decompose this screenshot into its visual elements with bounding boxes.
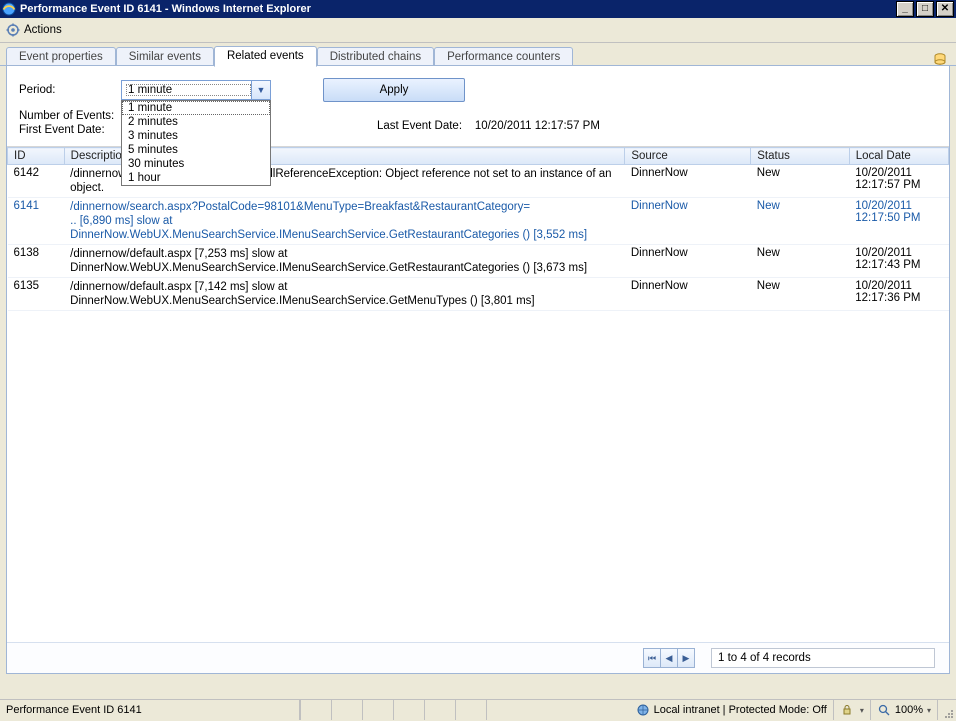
cell-description: /dinnernow/search.aspx?PostalCode=98101&…	[64, 198, 625, 245]
col-header-id[interactable]: ID	[8, 148, 65, 165]
tab-performance-counters[interactable]: Performance counters	[434, 47, 573, 67]
tab-label: Similar events	[129, 51, 201, 63]
tab-similar-events[interactable]: Similar events	[116, 47, 214, 67]
cell-status: New	[751, 245, 849, 278]
pager-summary-text: 1 to 4 of 4 records	[718, 652, 811, 664]
tab-label: Performance counters	[447, 51, 560, 63]
tab-distributed-chains[interactable]: Distributed chains	[317, 47, 434, 67]
tab-related-events[interactable]: Related events	[214, 46, 317, 67]
period-option[interactable]: 5 minutes	[122, 143, 270, 157]
cell-local-date: 10/20/201112:17:43 PM	[849, 245, 948, 278]
statusbar-spacers	[300, 700, 517, 720]
cell-status: New	[751, 278, 849, 311]
resize-grip-icon[interactable]	[938, 699, 956, 721]
period-combobox[interactable]: 1 minute ▼ 1 minute 2 minutes 3 minutes …	[121, 80, 271, 100]
period-selected: 1 minute	[126, 84, 251, 96]
period-option[interactable]: 2 minutes	[122, 115, 270, 129]
content-panel: Period: 1 minute ▼ 1 minute 2 minutes 3 …	[6, 66, 950, 674]
actions-toolbar: Actions	[0, 18, 956, 43]
tab-label: Distributed chains	[330, 51, 421, 63]
cell-id: 6141	[8, 198, 65, 245]
table-row[interactable]: 6135/dinnernow/default.aspx [7,142 ms] s…	[8, 278, 949, 311]
zoom-icon	[877, 703, 891, 717]
minimize-button[interactable]: _	[896, 1, 914, 17]
pager-next-button[interactable]: ▶	[677, 648, 695, 668]
close-button[interactable]: ✕	[936, 1, 954, 17]
status-page-title: Performance Event ID 6141	[6, 704, 142, 716]
status-zoom[interactable]: 100%	[895, 704, 923, 716]
tab-event-properties[interactable]: Event properties	[6, 47, 116, 67]
number-of-events-label: Number of Events:	[19, 110, 114, 122]
cell-source: DinnerNow	[625, 165, 751, 198]
apply-button[interactable]: Apply	[323, 78, 465, 102]
pager-first-button[interactable]: ⏮	[643, 648, 661, 668]
cell-local-date: 10/20/201112:17:36 PM	[849, 278, 948, 311]
col-header-status[interactable]: Status	[751, 148, 849, 165]
ie-icon	[2, 2, 16, 16]
globe-icon	[636, 703, 650, 717]
chevron-down-icon[interactable]: ▼	[251, 81, 270, 99]
ie-statusbar: Performance Event ID 6141 Local intranet…	[0, 699, 956, 720]
cell-source: DinnerNow	[625, 245, 751, 278]
period-option[interactable]: 3 minutes	[122, 129, 270, 143]
window-titlebar: Performance Event ID 6141 - Windows Inte…	[0, 0, 956, 18]
status-zoom-dropdown-icon[interactable]: ▾	[927, 706, 931, 715]
period-option[interactable]: 30 minutes	[122, 157, 270, 171]
tab-label: Event properties	[19, 51, 103, 63]
pager-prev-button[interactable]: ◀	[660, 648, 678, 668]
cell-status: New	[751, 165, 849, 198]
window-title: Performance Event ID 6141 - Windows Inte…	[20, 3, 894, 15]
cell-local-date: 10/20/201112:17:50 PM	[849, 198, 948, 245]
col-header-date[interactable]: Local Date	[849, 148, 948, 165]
cell-source: DinnerNow	[625, 278, 751, 311]
last-event-date-label: Last Event Date:	[377, 120, 462, 132]
gear-icon	[6, 23, 20, 37]
pager: ⏮ ◀ ▶ 1 to 4 of 4 records	[7, 642, 949, 673]
status-dropdown-icon[interactable]: ▾	[860, 706, 864, 715]
cell-local-date: 10/20/201112:17:57 PM	[849, 165, 948, 198]
col-header-source[interactable]: Source	[625, 148, 751, 165]
period-dropdown: 1 minute 2 minutes 3 minutes 5 minutes 3…	[121, 100, 271, 186]
cell-status: New	[751, 198, 849, 245]
filter-row: Period: 1 minute ▼ 1 minute 2 minutes 3 …	[7, 66, 949, 106]
maximize-button[interactable]: □	[916, 1, 934, 17]
table-row[interactable]: 6138/dinnernow/default.aspx [7,253 ms] s…	[8, 245, 949, 278]
status-zone: Local intranet | Protected Mode: Off	[654, 704, 827, 716]
apply-label: Apply	[380, 84, 409, 96]
cell-description: /dinnernow/default.aspx [7,142 ms] slow …	[64, 278, 625, 311]
pager-summary: 1 to 4 of 4 records	[711, 648, 935, 668]
period-option[interactable]: 1 hour	[122, 171, 270, 185]
tab-label: Related events	[227, 50, 304, 62]
tabstrip: Event properties Similar events Related …	[0, 43, 956, 66]
cell-id: 6138	[8, 245, 65, 278]
actions-label[interactable]: Actions	[24, 24, 62, 36]
period-option[interactable]: 1 minute	[122, 101, 270, 115]
table-row[interactable]: 6141/dinnernow/search.aspx?PostalCode=98…	[8, 198, 949, 245]
lock-icon	[840, 703, 854, 717]
last-event-date-value: 10/20/2011 12:17:57 PM	[475, 120, 600, 132]
cell-source: DinnerNow	[625, 198, 751, 245]
first-event-date-label: First Event Date:	[19, 124, 114, 136]
cell-description: /dinnernow/default.aspx [7,253 ms] slow …	[64, 245, 625, 278]
cell-id: 6142	[8, 165, 65, 198]
period-label: Period:	[19, 84, 109, 96]
cell-id: 6135	[8, 278, 65, 311]
